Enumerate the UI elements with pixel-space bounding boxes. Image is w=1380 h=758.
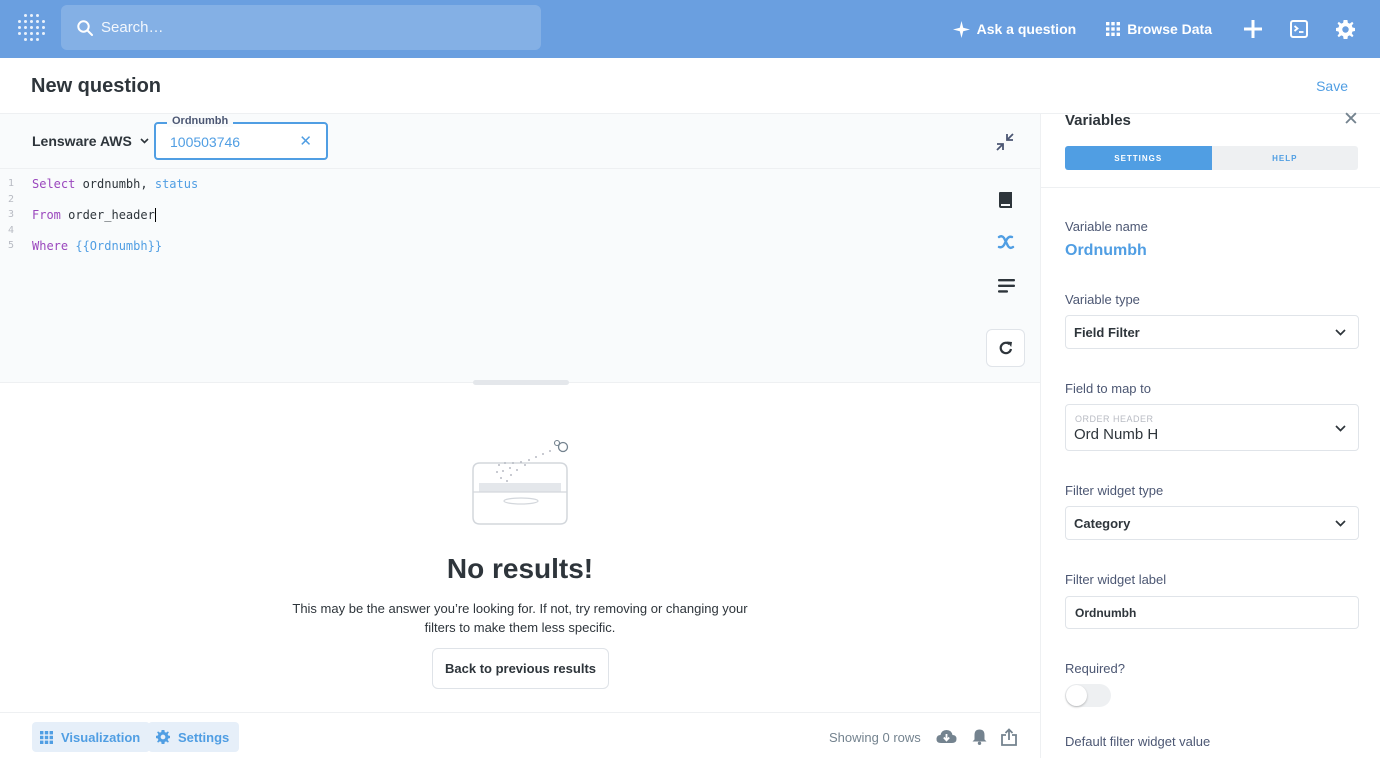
plus-icon xyxy=(1244,20,1262,38)
database-name: Lensware AWS xyxy=(32,133,132,149)
chevron-down-icon xyxy=(1335,425,1346,432)
variable-type-select[interactable]: Field Filter xyxy=(1065,315,1359,349)
variable-name-value: Ordnumbh xyxy=(1065,242,1147,259)
alert-button[interactable] xyxy=(968,727,990,747)
variable-widget-value[interactable]: 100503746 xyxy=(170,134,240,150)
widget-type-value: Category xyxy=(1074,516,1131,531)
panel-title: Variables xyxy=(1065,112,1131,129)
variable-widget-label: Ordnumbh xyxy=(167,115,234,127)
run-query-button[interactable] xyxy=(986,329,1025,367)
variable-filter-widget[interactable]: Ordnumbh 100503746 ✕ xyxy=(154,115,328,160)
new-plus-button[interactable] xyxy=(1242,18,1264,40)
bell-icon xyxy=(972,729,986,745)
code-line: 2 xyxy=(7,194,14,205)
share-button[interactable] xyxy=(998,727,1020,747)
settings-button[interactable] xyxy=(1334,18,1356,40)
visualization-label: Visualization xyxy=(61,729,141,745)
refresh-icon xyxy=(999,341,1012,355)
chevron-down-icon xyxy=(1335,329,1346,336)
grid-icon xyxy=(1106,22,1121,36)
settings-label: Settings xyxy=(178,729,230,745)
share-icon xyxy=(1001,728,1017,746)
chevron-down-icon xyxy=(1335,520,1346,527)
cloud-download-icon xyxy=(935,730,956,743)
variable-type-value: Field Filter xyxy=(1074,325,1140,340)
text-cursor xyxy=(154,207,157,222)
ask-question-link[interactable]: Ask a question xyxy=(952,20,1077,38)
data-reference-button[interactable] xyxy=(986,185,1026,215)
top-nav: Ask a question Browse Data xyxy=(0,0,1380,58)
resize-handle[interactable] xyxy=(473,380,569,385)
gear-icon xyxy=(1335,19,1355,39)
clear-value-icon[interactable]: ✕ xyxy=(299,132,312,150)
viz-settings-button[interactable]: Settings xyxy=(148,722,240,752)
collapse-editor-icon[interactable] xyxy=(995,132,1015,152)
save-button[interactable]: Save xyxy=(1316,78,1348,94)
widget-type-select[interactable]: Category xyxy=(1065,506,1359,540)
field-map-label: Field to map to xyxy=(1065,381,1151,396)
database-select[interactable]: Lensware AWS xyxy=(32,133,149,149)
code-line: 1 Select ordnumbh, status xyxy=(7,176,199,191)
widget-label-input[interactable] xyxy=(1065,596,1359,629)
no-results-heading: No results! xyxy=(446,553,594,584)
gear-icon xyxy=(156,730,170,744)
panel-tabs: SETTINGS HELP xyxy=(1065,146,1358,170)
tab-settings[interactable]: SETTINGS xyxy=(1065,146,1212,170)
chevron-down-icon xyxy=(140,138,149,144)
metabase-logo-icon[interactable] xyxy=(18,14,45,42)
visualization-button[interactable]: Visualization xyxy=(32,722,151,752)
tab-help[interactable]: HELP xyxy=(1211,146,1358,170)
field-map-table: ORDER HEADER xyxy=(1075,414,1154,424)
toggle-knob xyxy=(1066,685,1087,706)
code-line: 3 From order_header xyxy=(7,207,157,222)
question-header: New question Save xyxy=(0,58,1380,114)
field-map-select[interactable]: ORDER HEADER Ord Numb H xyxy=(1065,404,1359,451)
widget-label-label: Filter widget label xyxy=(1065,572,1167,587)
widget-type-label: Filter widget type xyxy=(1065,483,1164,498)
page-title: New question xyxy=(31,75,162,97)
variable-name-label: Variable name xyxy=(1065,219,1148,234)
code-line: 5 Where {{Ordnumbh}} xyxy=(7,238,163,253)
editor-toolbar: Lensware AWS Ordnumbh 100503746 ✕ xyxy=(0,114,1040,169)
browse-data-link[interactable]: Browse Data xyxy=(1106,21,1212,37)
sql-editor-icon xyxy=(1290,20,1308,38)
book-icon xyxy=(999,192,1012,208)
results-footer: Visualization Settings Showing 0 rows xyxy=(0,712,1040,758)
empty-box-illustration-icon xyxy=(472,439,569,525)
field-map-field: Ord Numb H xyxy=(1074,426,1159,443)
snippets-button[interactable] xyxy=(986,271,1026,301)
variables-panel: Variables ✕ SETTINGS HELP Variable name … xyxy=(1040,109,1380,758)
download-button[interactable] xyxy=(935,727,957,747)
row-count: Showing 0 rows xyxy=(829,730,921,745)
required-toggle[interactable] xyxy=(1065,684,1111,707)
search-bar[interactable] xyxy=(61,5,541,50)
sql-code-editor[interactable]: 1 Select ordnumbh, status 2 3 From order… xyxy=(0,169,1040,383)
required-label: Required? xyxy=(1065,661,1125,676)
default-value-label: Default filter widget value xyxy=(1065,734,1211,749)
variables-button[interactable] xyxy=(986,227,1026,257)
text-lines-icon xyxy=(997,279,1015,293)
close-icon[interactable]: ✕ xyxy=(1343,108,1359,131)
ask-question-label: Ask a question xyxy=(976,21,1077,37)
grid-icon xyxy=(40,730,53,744)
variable-x-icon xyxy=(997,235,1015,249)
variable-type-label: Variable type xyxy=(1065,292,1140,307)
no-results-description: This may be the answer you’re looking fo… xyxy=(292,601,748,635)
code-line: 4 xyxy=(7,225,14,236)
divider xyxy=(1041,187,1380,188)
sql-editor-button[interactable] xyxy=(1288,18,1310,40)
sparkle-icon xyxy=(952,20,970,38)
back-to-previous-results-button[interactable]: Back to previous results xyxy=(432,648,609,689)
search-icon xyxy=(77,19,93,36)
search-input[interactable] xyxy=(101,19,521,36)
browse-data-label: Browse Data xyxy=(1127,21,1212,37)
